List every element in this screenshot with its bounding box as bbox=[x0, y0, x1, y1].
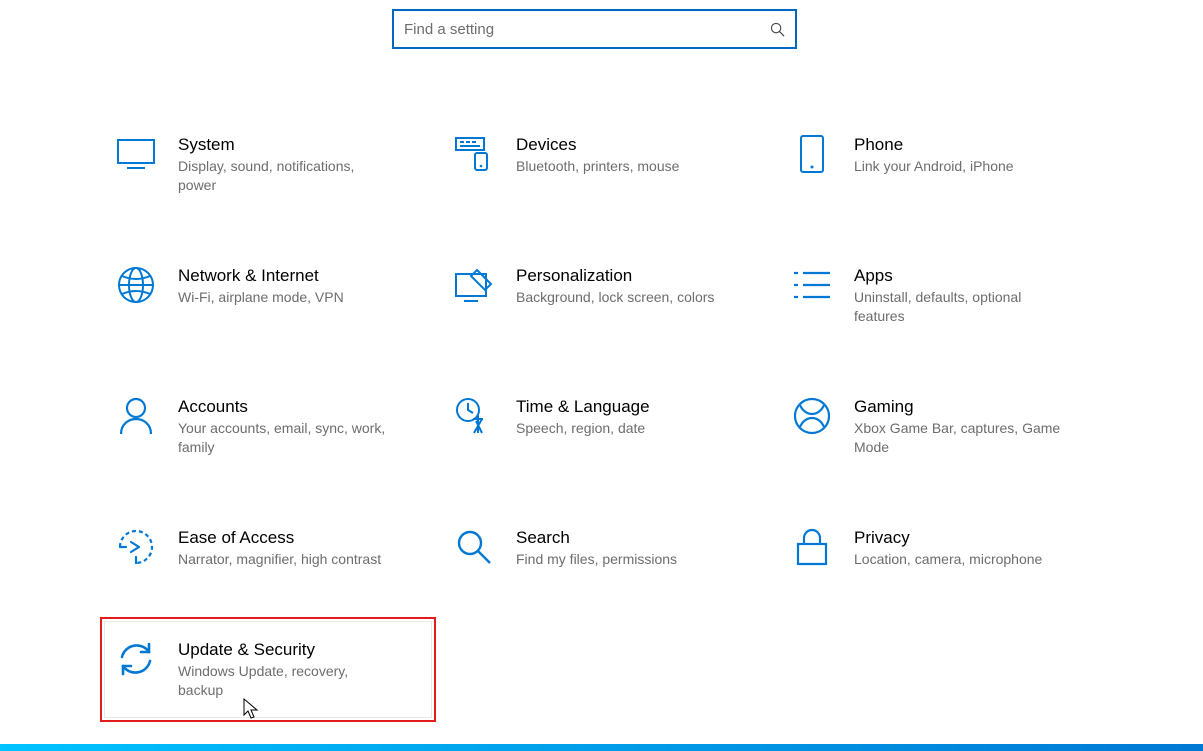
tile-title: System bbox=[178, 134, 428, 155]
apps-icon bbox=[792, 265, 832, 305]
tile-desc: Windows Update, recovery, backup bbox=[178, 662, 388, 700]
lock-icon bbox=[792, 527, 832, 567]
tile-ease-of-access[interactable]: Ease of Access Narrator, magnifier, high… bbox=[112, 521, 432, 575]
tile-personalization[interactable]: Personalization Background, lock screen,… bbox=[450, 259, 770, 332]
devices-icon bbox=[454, 134, 494, 174]
tile-desc: Display, sound, notifications, power bbox=[178, 157, 388, 195]
update-icon bbox=[116, 639, 156, 679]
tile-time-language[interactable]: Time & Language Speech, region, date bbox=[450, 390, 770, 463]
tile-title: Personalization bbox=[516, 265, 766, 286]
tile-title: Search bbox=[516, 527, 766, 548]
tile-desc: Bluetooth, printers, mouse bbox=[516, 157, 726, 176]
magnifier-icon bbox=[454, 527, 494, 567]
system-icon bbox=[116, 134, 156, 174]
tile-gaming[interactable]: Gaming Xbox Game Bar, captures, Game Mod… bbox=[788, 390, 1108, 463]
tile-desc: Your accounts, email, sync, work, family bbox=[178, 419, 388, 457]
time-language-icon bbox=[454, 396, 494, 436]
tile-phone[interactable]: Phone Link your Android, iPhone bbox=[788, 128, 1108, 201]
tile-desc: Location, camera, microphone bbox=[854, 550, 1064, 569]
tile-desc: Speech, region, date bbox=[516, 419, 726, 438]
tile-title: Gaming bbox=[854, 396, 1104, 417]
tile-title: Time & Language bbox=[516, 396, 766, 417]
tile-devices[interactable]: Devices Bluetooth, printers, mouse bbox=[450, 128, 770, 201]
ease-of-access-icon bbox=[116, 527, 156, 567]
tile-privacy[interactable]: Privacy Location, camera, microphone bbox=[788, 521, 1108, 575]
tile-title: Update & Security bbox=[178, 639, 420, 660]
tile-title: Phone bbox=[854, 134, 1104, 155]
tile-title: Accounts bbox=[178, 396, 428, 417]
tile-network[interactable]: Network & Internet Wi-Fi, airplane mode,… bbox=[112, 259, 432, 332]
tile-search[interactable]: Search Find my files, permissions bbox=[450, 521, 770, 575]
tile-desc: Wi-Fi, airplane mode, VPN bbox=[178, 288, 388, 307]
accent-bar bbox=[0, 744, 1203, 751]
phone-icon bbox=[792, 134, 832, 174]
tile-title: Devices bbox=[516, 134, 766, 155]
globe-icon bbox=[116, 265, 156, 305]
search-icon bbox=[759, 22, 795, 37]
tile-accounts[interactable]: Accounts Your accounts, email, sync, wor… bbox=[112, 390, 432, 463]
gaming-icon bbox=[792, 396, 832, 436]
tile-desc: Uninstall, defaults, optional features bbox=[854, 288, 1064, 326]
tile-update-security[interactable]: Update & Security Windows Update, recove… bbox=[104, 621, 432, 718]
tile-desc: Find my files, permissions bbox=[516, 550, 726, 569]
tile-title: Apps bbox=[854, 265, 1104, 286]
personalization-icon bbox=[454, 265, 494, 305]
tile-desc: Link your Android, iPhone bbox=[854, 157, 1064, 176]
tile-title: Privacy bbox=[854, 527, 1104, 548]
search-box[interactable] bbox=[392, 9, 797, 49]
accounts-icon bbox=[116, 396, 156, 436]
settings-grid: System Display, sound, notifications, po… bbox=[112, 128, 1112, 718]
tile-system[interactable]: System Display, sound, notifications, po… bbox=[112, 128, 432, 201]
search-input[interactable] bbox=[394, 21, 759, 38]
tile-desc: Xbox Game Bar, captures, Game Mode bbox=[854, 419, 1064, 457]
tile-apps[interactable]: Apps Uninstall, defaults, optional featu… bbox=[788, 259, 1108, 332]
tile-title: Network & Internet bbox=[178, 265, 428, 286]
tile-desc: Background, lock screen, colors bbox=[516, 288, 726, 307]
tile-title: Ease of Access bbox=[178, 527, 428, 548]
tile-desc: Narrator, magnifier, high contrast bbox=[178, 550, 388, 569]
